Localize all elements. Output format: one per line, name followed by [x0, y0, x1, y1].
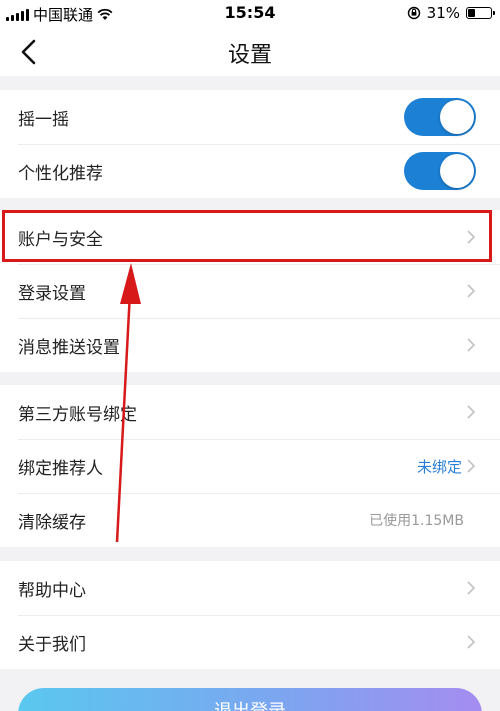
row-right — [466, 229, 476, 245]
toggle-knob — [440, 100, 474, 134]
personalized-recommendation-toggle[interactable] — [404, 152, 476, 190]
toggle-knob — [440, 154, 474, 188]
row-label: 摇一摇 — [18, 109, 69, 130]
battery-percent: 31% — [426, 4, 460, 22]
row-label: 绑定推荐人 — [18, 458, 103, 479]
row-help-center[interactable]: 帮助中心 — [0, 561, 500, 615]
chevron-right-icon — [467, 581, 476, 595]
row-label: 关于我们 — [18, 634, 86, 655]
row-label: 个性化推荐 — [18, 163, 103, 184]
chevron-right-icon — [467, 338, 476, 352]
referrer-status: 未绑定 — [416, 457, 462, 476]
logout-button[interactable]: 退出登录 — [18, 688, 482, 711]
chevron-right-icon — [467, 284, 476, 298]
settings-group-help: 帮助中心 关于我们 — [0, 561, 500, 669]
chevron-right-icon — [467, 230, 476, 244]
battery-fill — [468, 9, 476, 17]
chevron-right-icon — [467, 635, 476, 649]
row-label: 第三方账号绑定 — [18, 404, 137, 425]
row-right — [466, 283, 476, 299]
row-personalized-recommendation: 个性化推荐 — [0, 144, 500, 198]
row-account-security[interactable]: 账户与安全 — [0, 210, 500, 264]
row-right: 已使用1.15MB — [369, 510, 464, 530]
orientation-lock-icon — [407, 6, 420, 20]
battery-icon — [466, 7, 495, 19]
status-right: 31% — [407, 4, 495, 22]
row-label: 消息推送设置 — [18, 337, 120, 358]
row-clear-cache[interactable]: 清除缓存 已使用1.15MB — [0, 493, 500, 547]
row-right: 未绑定 — [417, 456, 476, 477]
chevron-right-icon — [467, 405, 476, 419]
status-bar: 中国联通 15:54 31% — [0, 0, 500, 28]
settings-group-toggles: 摇一摇 个性化推荐 — [0, 90, 500, 198]
cache-size: 已使用1.15MB — [369, 513, 464, 529]
page-title: 设置 — [227, 43, 272, 68]
settings-screen: 中国联通 15:54 31% 设置 摇一摇 个性化推荐 账户与安全 登录设置 消… — [0, 0, 500, 711]
settings-group-binding: 第三方账号绑定 绑定推荐人 未绑定 清除缓存 已使用1.15MB — [0, 385, 500, 547]
row-right — [466, 634, 476, 650]
row-shake: 摇一摇 — [0, 90, 500, 144]
settings-group-account: 账户与安全 登录设置 消息推送设置 — [0, 210, 500, 372]
row-right — [466, 404, 476, 420]
row-login-settings[interactable]: 登录设置 — [0, 264, 500, 318]
row-third-party-binding[interactable]: 第三方账号绑定 — [0, 385, 500, 439]
chevron-right-icon — [467, 459, 476, 473]
row-bind-referrer[interactable]: 绑定推荐人 未绑定 — [0, 439, 500, 493]
row-right — [466, 580, 476, 596]
row-push-settings[interactable]: 消息推送设置 — [0, 318, 500, 372]
row-about-us[interactable]: 关于我们 — [0, 615, 500, 669]
row-label: 登录设置 — [18, 283, 86, 304]
row-label: 清除缓存 — [18, 512, 86, 533]
row-label: 帮助中心 — [18, 580, 86, 601]
shake-toggle[interactable] — [404, 98, 476, 136]
row-right — [466, 337, 476, 353]
nav-bar: 设置 — [0, 28, 500, 76]
row-label: 账户与安全 — [18, 229, 103, 250]
